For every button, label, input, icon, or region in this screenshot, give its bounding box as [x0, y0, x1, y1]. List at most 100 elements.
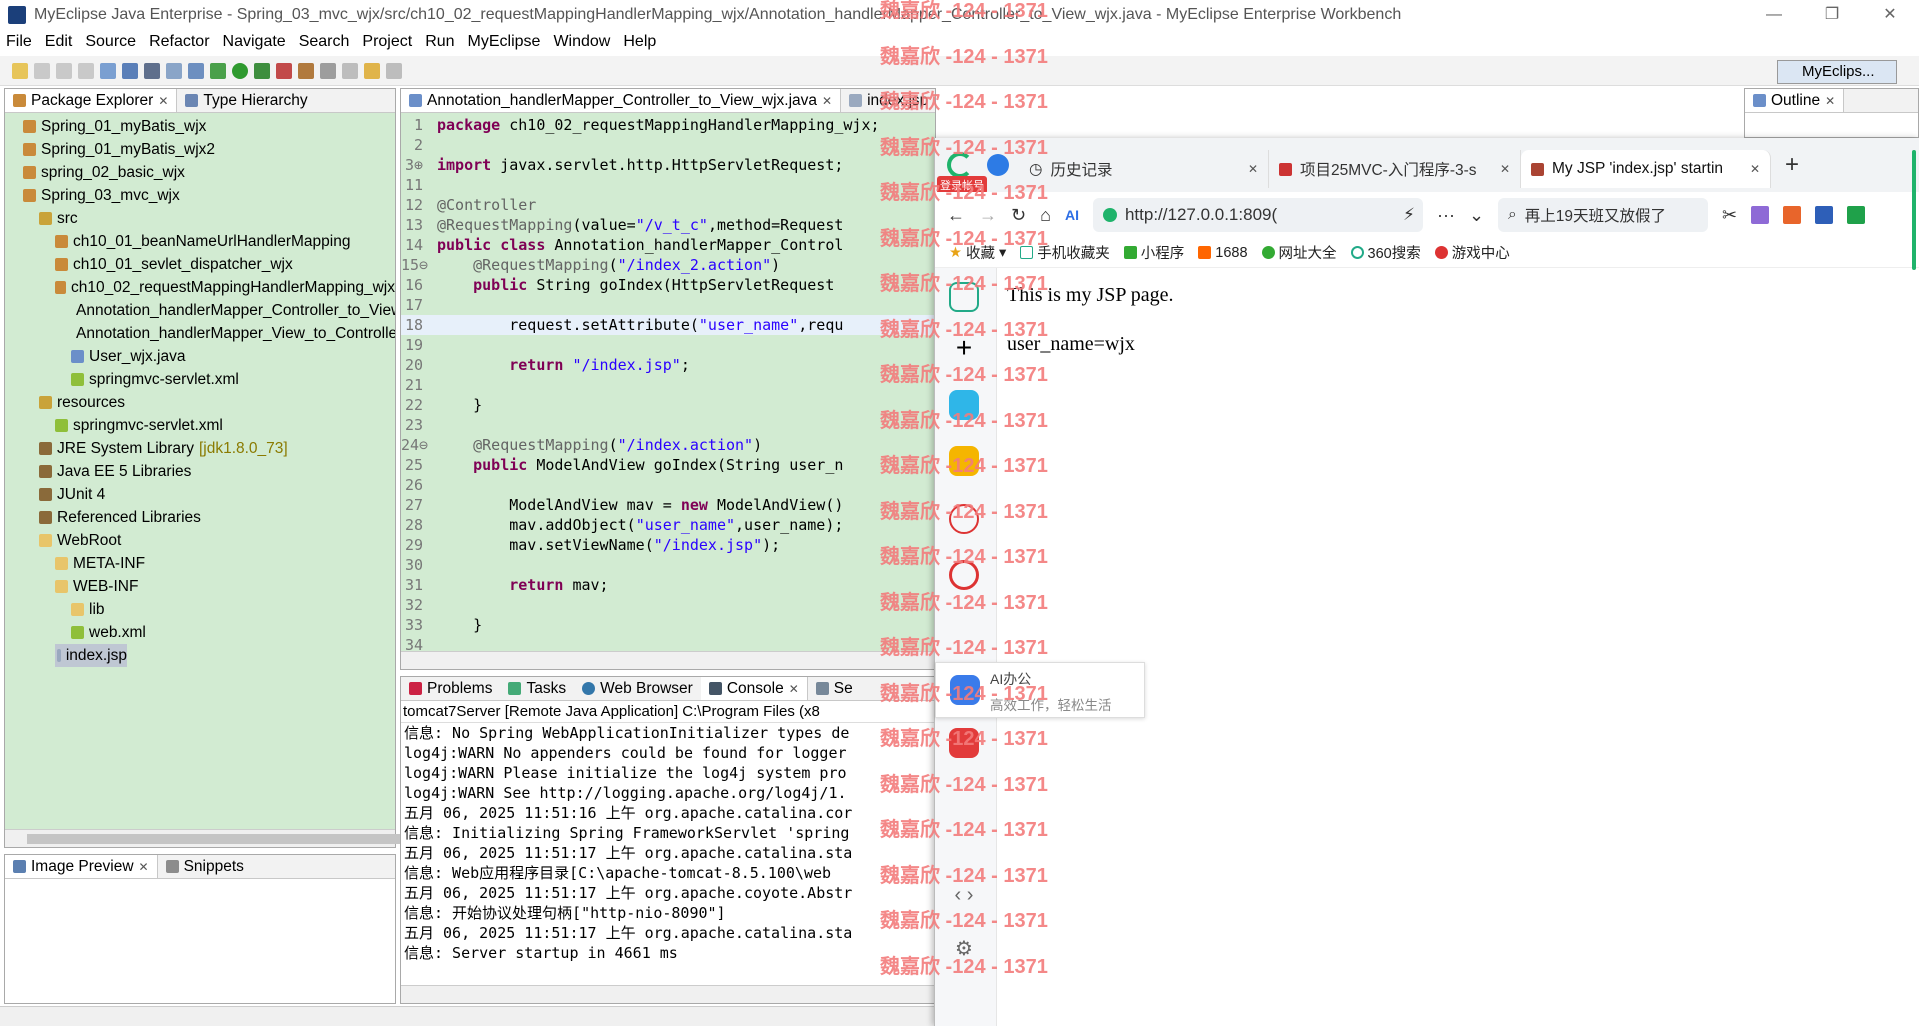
close-icon[interactable]: ✕ — [158, 89, 168, 112]
code-line[interactable]: 31 return mav; — [401, 575, 935, 595]
tab-type-hierarchy[interactable]: Type Hierarchy — [177, 89, 315, 112]
tree-item[interactable]: Spring_01_myBatis_wjx — [5, 115, 395, 138]
scissors-icon[interactable]: ✂ — [1722, 205, 1737, 226]
tab-java-file[interactable]: Annotation_handlerMapper_Controller_to_V… — [401, 89, 842, 112]
restore-button[interactable]: ❐ — [1803, 0, 1861, 30]
translate-icon[interactable] — [1751, 206, 1770, 224]
url-field[interactable]: http://127.0.0.1:809( ⚡ — [1092, 198, 1423, 232]
tree-item[interactable]: web.xml — [5, 621, 395, 644]
close-icon[interactable]: ✕ — [1825, 89, 1835, 112]
close-button[interactable]: ✕ — [1861, 0, 1919, 30]
code-line[interactable]: 18 request.setAttribute("user_name",requ — [401, 315, 935, 335]
tab-web-browser[interactable]: Web Browser — [574, 677, 701, 700]
new-tab-button[interactable]: + — [1785, 151, 1799, 179]
coverage-icon[interactable] — [254, 62, 270, 79]
tab-tasks[interactable]: Tasks — [500, 677, 574, 700]
minimize-button[interactable]: — — [1745, 0, 1803, 30]
more-icon[interactable]: ··· — [1437, 205, 1455, 226]
tree-item[interactable]: ch10_01_beanNameUrlHandlerMapping — [5, 230, 395, 253]
bookmark-360-search[interactable]: 360搜索 — [1350, 242, 1421, 263]
tree-item[interactable]: WEB-INF — [5, 575, 395, 598]
tree-item[interactable]: index.jsp — [55, 644, 127, 667]
code-line[interactable]: 2 — [401, 135, 935, 155]
sidebar-ai-icon[interactable] — [949, 560, 979, 590]
code-line[interactable]: 27 ModelAndView mav = new ModelAndView() — [401, 495, 935, 515]
tab-snippets[interactable]: Snippets — [158, 855, 252, 878]
code-line[interactable]: 16 public String goIndex(HttpServletRequ… — [401, 275, 935, 295]
menu-run[interactable]: Run — [425, 33, 454, 51]
deploy-icon[interactable] — [122, 62, 138, 79]
sidebar-star-icon[interactable] — [949, 446, 979, 476]
tab-index-jsp-page[interactable]: My JSP 'index.jsp' startin ✕ — [1521, 150, 1771, 188]
tree-item[interactable]: META-INF — [5, 552, 395, 575]
tab-servers[interactable]: Se — [808, 677, 861, 700]
tree-item[interactable]: Spring_01_myBatis_wjx2 — [5, 138, 395, 161]
code-line[interactable]: 29 mav.setViewName("/index.jsp"); — [401, 535, 935, 555]
refresh-icon[interactable]: ↻ — [1011, 205, 1026, 226]
code-line[interactable]: 34 — [401, 635, 935, 651]
bookmark-miniprogram[interactable]: 小程序 — [1123, 242, 1184, 263]
navigate-back-icon[interactable] — [364, 62, 380, 79]
bookmark-mobile[interactable]: 手机收藏夹 — [1020, 242, 1110, 263]
code-line[interactable]: 32 — [401, 595, 935, 615]
forward-icon[interactable]: → — [979, 205, 997, 226]
close-icon[interactable]: ✕ — [1248, 162, 1258, 176]
server-icon[interactable] — [144, 62, 160, 79]
tree-item[interactable]: resources — [5, 391, 395, 414]
search-field[interactable]: ⌕ 再上19天班又放假了 — [1498, 198, 1709, 232]
tree-item[interactable]: Annotation_handlerMapper_Controller_to_V… — [5, 299, 395, 322]
menu-source[interactable]: Source — [85, 33, 136, 51]
code-line[interactable]: 26 — [401, 475, 935, 495]
game-icon[interactable] — [1783, 206, 1802, 224]
sidebar-gamepad-icon[interactable] — [949, 728, 979, 758]
code-line[interactable]: 3⊕ import javax.servlet.http.HttpServletR… — [401, 155, 935, 175]
tree-item[interactable]: JRE System Library [jdk1.8.0_73] — [5, 437, 395, 460]
tree-item[interactable]: ch10_01_sevlet_dispatcher_wjx — [5, 253, 395, 276]
save-all-icon[interactable] — [56, 62, 72, 79]
tree-item[interactable]: User_wjx.java — [5, 345, 395, 368]
tab-outline[interactable]: Outline ✕ — [1745, 89, 1845, 112]
menu-myeclipse[interactable]: MyEclipse — [468, 33, 541, 51]
perspective-button[interactable]: MyEclips... — [1777, 60, 1897, 84]
search-icon[interactable] — [188, 62, 204, 79]
tree-item[interactable]: JUnit 4 — [5, 483, 395, 506]
word-icon[interactable] — [1815, 206, 1834, 224]
code-line[interactable]: 13 @RequestMapping(value="/v_t_c",method=… — [401, 215, 935, 235]
tree-item[interactable]: Referenced Libraries — [5, 506, 395, 529]
tree-item[interactable]: WebRoot — [5, 529, 395, 552]
console-horizontal-scrollbar[interactable] — [401, 985, 935, 1003]
wechat-icon[interactable] — [1847, 206, 1866, 224]
tree-item[interactable]: lib — [5, 598, 395, 621]
tree-item[interactable]: Annotation_handlerMapper_View_to_Control… — [5, 322, 395, 345]
code-line[interactable]: 20 return "/index.jsp"; — [401, 355, 935, 375]
bookmark-hao[interactable]: 网址大全 — [1261, 242, 1337, 263]
code-line[interactable]: 14 public class Annotation_handlerMapper_… — [401, 235, 935, 255]
sidebar-nav-arrows-icon[interactable]: ‹ › — [949, 884, 979, 914]
code-line[interactable]: 22 } — [401, 395, 935, 415]
tree-item[interactable]: springmvc-servlet.xml — [5, 414, 395, 437]
menu-file[interactable]: File — [6, 33, 32, 51]
menu-navigate[interactable]: Navigate — [223, 33, 286, 51]
menu-edit[interactable]: Edit — [45, 33, 73, 51]
sidebar-app-icon[interactable] — [949, 390, 979, 420]
code-area[interactable]: 1 package ch10_02_requestMappingHandlerMa… — [401, 115, 935, 651]
bookmark-1688[interactable]: 1688 — [1198, 245, 1248, 261]
debug-icon[interactable] — [210, 62, 226, 79]
code-line[interactable]: 12 @Controller — [401, 195, 935, 215]
console-output[interactable]: 信息: No Spring WebApplicationInitializer … — [401, 723, 935, 983]
new-icon[interactable] — [12, 62, 28, 79]
new-project-icon[interactable] — [100, 62, 116, 79]
open-type-icon[interactable] — [166, 62, 182, 79]
external-tools-icon[interactable] — [276, 62, 292, 79]
settings-icon[interactable]: ⚙ — [949, 936, 979, 966]
ai-icon[interactable]: AI — [1065, 207, 1079, 223]
code-line[interactable]: 19 — [401, 335, 935, 355]
lightning-icon[interactable]: ⚡ — [1403, 205, 1415, 225]
code-line[interactable]: 28 mav.addObject("user_name",user_name); — [401, 515, 935, 535]
code-line[interactable]: 17 — [401, 295, 935, 315]
close-icon[interactable]: ✕ — [789, 677, 799, 700]
tab-console[interactable]: Console ✕ — [700, 677, 808, 700]
tab-package-explorer[interactable]: Package Explorer ✕ — [5, 89, 178, 112]
print-icon[interactable] — [78, 62, 94, 79]
menu-window[interactable]: Window — [553, 33, 610, 51]
